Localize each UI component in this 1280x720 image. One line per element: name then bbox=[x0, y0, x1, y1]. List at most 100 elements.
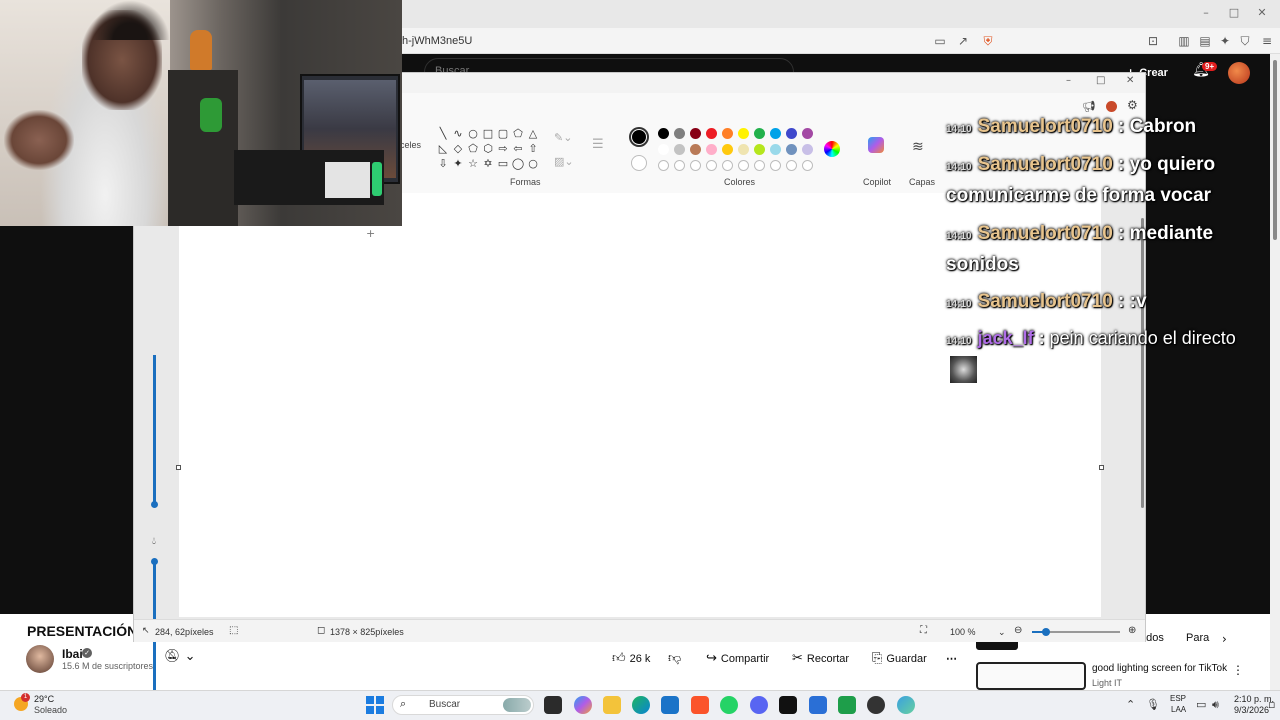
messaging-app-icon[interactable] bbox=[809, 696, 827, 714]
leo-ai-icon[interactable]: ✦ bbox=[1216, 32, 1234, 50]
like-button[interactable]: 👍︎ 26 k bbox=[612, 649, 650, 669]
windows-start-button[interactable] bbox=[366, 696, 384, 714]
recommended-thumbnail[interactable] bbox=[976, 662, 1086, 690]
color-swatch[interactable] bbox=[706, 144, 717, 155]
callout-oval-shape-icon[interactable]: ◯ bbox=[511, 157, 525, 171]
menu-icon[interactable]: ≡ bbox=[1258, 32, 1276, 50]
callout-cloud-shape-icon[interactable]: ○ bbox=[526, 157, 540, 171]
color-swatch[interactable] bbox=[802, 128, 813, 139]
rectangle-shape-icon[interactable]: □ bbox=[481, 127, 495, 141]
triangle-shape-icon[interactable]: △ bbox=[526, 127, 540, 141]
account-avatar[interactable] bbox=[1228, 62, 1250, 84]
channel-name[interactable]: Ibai bbox=[62, 647, 83, 661]
size-icon[interactable]: ☰ bbox=[592, 137, 604, 152]
clip-button[interactable]: ✂ Recortar bbox=[792, 649, 849, 669]
custom-color-slot[interactable] bbox=[802, 160, 813, 171]
arrow-left-shape-icon[interactable]: ⇦ bbox=[511, 142, 525, 156]
wallet-icon[interactable]: ▤ bbox=[1196, 32, 1214, 50]
dislike-button[interactable]: 👎︎ bbox=[668, 649, 685, 669]
color-swatch[interactable] bbox=[674, 128, 685, 139]
custom-color-slot[interactable] bbox=[674, 160, 685, 171]
profile-icon[interactable] bbox=[1106, 101, 1117, 112]
notifications-icon[interactable]: ▫ bbox=[1268, 698, 1275, 711]
color-swatch[interactable] bbox=[690, 144, 701, 155]
color-swatch[interactable] bbox=[722, 128, 733, 139]
line-shape-icon[interactable]: ╲ bbox=[436, 127, 450, 141]
input-layout[interactable]: LAA bbox=[1171, 705, 1186, 714]
custom-color-slot[interactable] bbox=[722, 160, 733, 171]
share-button[interactable]: ↪ Compartir bbox=[706, 649, 769, 669]
secondary-color-button[interactable] bbox=[631, 155, 647, 171]
rounded-rect-shape-icon[interactable]: ▢ bbox=[496, 127, 510, 141]
recommended-title[interactable]: good lighting screen for TikTok bbox=[1092, 663, 1227, 674]
color-swatch[interactable] bbox=[690, 128, 701, 139]
obs-icon[interactable] bbox=[867, 696, 885, 714]
weather-temperature[interactable]: 29°C bbox=[34, 694, 54, 704]
zoom-out-icon[interactable]: ⊖ bbox=[1014, 625, 1022, 636]
paint-close-button[interactable]: ✕ bbox=[1126, 75, 1134, 86]
color-swatch[interactable] bbox=[738, 144, 749, 155]
extensions-icon[interactable]: ⊡ bbox=[1144, 32, 1162, 50]
weather-condition[interactable]: Soleado bbox=[34, 705, 67, 715]
custom-color-slot[interactable] bbox=[754, 160, 765, 171]
close-button[interactable]: ✕ bbox=[1252, 6, 1272, 22]
minimize-button[interactable]: – bbox=[1196, 6, 1216, 22]
channel-avatar[interactable] bbox=[26, 645, 54, 673]
star4-shape-icon[interactable]: ✦ bbox=[451, 157, 465, 171]
sidebar-icon[interactable]: ▥ bbox=[1175, 32, 1193, 50]
share-icon[interactable]: ↗ bbox=[954, 32, 972, 50]
address-bar-url[interactable]: h-jWhM3ne5U bbox=[402, 35, 472, 47]
color-swatch[interactable] bbox=[802, 144, 813, 155]
opacity-handle[interactable] bbox=[151, 558, 158, 565]
custom-color-slot[interactable] bbox=[706, 160, 717, 171]
paint-app-icon[interactable] bbox=[897, 696, 915, 714]
brave-shield-icon[interactable]: ⛨ bbox=[979, 32, 997, 50]
custom-color-slot[interactable] bbox=[738, 160, 749, 171]
color-swatch[interactable] bbox=[770, 144, 781, 155]
paint-maximize-button[interactable]: □ bbox=[1096, 75, 1105, 86]
clock-date[interactable]: 9/3/2026 bbox=[1234, 705, 1269, 715]
color-swatch[interactable] bbox=[658, 144, 669, 155]
vpn-icon[interactable]: ⛉ bbox=[1236, 32, 1254, 50]
cast-icon[interactable]: ▭ bbox=[931, 32, 949, 50]
arrow-right-shape-icon[interactable]: ⇨ bbox=[496, 142, 510, 156]
file-explorer-icon[interactable] bbox=[603, 696, 621, 714]
hexagon-shape-icon[interactable]: ⬡ bbox=[481, 142, 495, 156]
arrow-up-shape-icon[interactable]: ⇧ bbox=[526, 142, 540, 156]
subscription-bell-button[interactable]: 🔕︎ ⌄ bbox=[164, 649, 210, 669]
color-swatch[interactable] bbox=[754, 144, 765, 155]
custom-color-slot[interactable] bbox=[770, 160, 781, 171]
custom-color-slot[interactable] bbox=[786, 160, 797, 171]
tiktok-icon[interactable] bbox=[779, 696, 797, 714]
edge-icon[interactable] bbox=[632, 696, 650, 714]
input-language[interactable]: ESP bbox=[1170, 694, 1186, 703]
layers-icon[interactable]: ≋ bbox=[912, 139, 924, 155]
copilot-icon[interactable] bbox=[868, 137, 884, 153]
network-icon[interactable]: ▭ bbox=[1196, 698, 1206, 711]
suggestion-chip[interactable]: Para bbox=[1186, 632, 1209, 644]
star6-shape-icon[interactable]: ✡ bbox=[481, 157, 495, 171]
color-swatch[interactable] bbox=[674, 144, 685, 155]
outline-dropdown-icon[interactable]: ✎⌄ bbox=[554, 131, 572, 144]
color-swatch[interactable] bbox=[722, 144, 733, 155]
paint-minimize-button[interactable]: – bbox=[1066, 75, 1071, 86]
store-icon[interactable] bbox=[661, 696, 679, 714]
chevron-right-icon[interactable]: › bbox=[1222, 632, 1227, 646]
settings-gear-icon[interactable]: ⚙ bbox=[1127, 98, 1138, 112]
primary-color-button[interactable] bbox=[629, 127, 649, 147]
custom-color-slot[interactable] bbox=[658, 160, 669, 171]
fit-to-window-icon[interactable]: ⛶ bbox=[920, 625, 927, 636]
more-vert-icon[interactable]: ⋮ bbox=[1232, 663, 1244, 677]
color-swatch[interactable] bbox=[658, 128, 669, 139]
canvas-resize-handle-left[interactable] bbox=[176, 465, 181, 470]
edit-colors-icon[interactable] bbox=[824, 141, 840, 157]
polygon-shape-icon[interactable]: ⬠ bbox=[511, 127, 525, 141]
whatsapp-icon[interactable] bbox=[720, 696, 738, 714]
star5-shape-icon[interactable]: ☆ bbox=[466, 157, 480, 171]
volume-icon[interactable]: 🔊︎ bbox=[1212, 698, 1219, 712]
color-swatch[interactable] bbox=[786, 144, 797, 155]
pentagon-shape-icon[interactable]: ⬠ bbox=[466, 142, 480, 156]
curve-shape-icon[interactable]: ∿ bbox=[451, 127, 465, 141]
brush-size-slider[interactable] bbox=[153, 355, 156, 505]
brush-size-handle[interactable] bbox=[151, 501, 158, 508]
